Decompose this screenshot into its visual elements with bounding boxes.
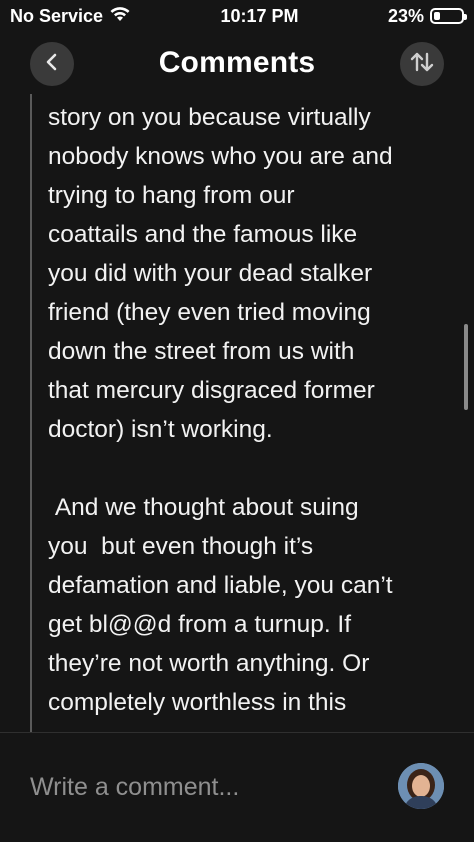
comment-line: doctor) isn’t working. bbox=[48, 416, 273, 443]
comment-line: story on you because virtually bbox=[48, 104, 371, 131]
comment-body: story on you because virtually nobody kno… bbox=[48, 98, 448, 722]
scrollbar[interactable] bbox=[464, 324, 468, 410]
comment-line: completely worthless in this bbox=[48, 689, 347, 716]
wifi-icon bbox=[109, 6, 131, 27]
status-bar: No Service 10:17 PM 23% bbox=[0, 0, 474, 32]
comments-screen: No Service 10:17 PM 23% Comments story o… bbox=[0, 0, 474, 842]
comment-line: coattails and the famous like bbox=[48, 221, 358, 248]
battery-percent: 23% bbox=[387, 5, 424, 26]
comment-line bbox=[48, 449, 448, 488]
comment-line: get bl@@d from a turnup. If bbox=[48, 611, 352, 638]
thread-line bbox=[30, 94, 32, 732]
comment-line: that mercury disgraced former bbox=[48, 377, 375, 404]
status-right: 23% bbox=[387, 5, 467, 27]
comment-line: you did with your dead stalker bbox=[48, 260, 373, 287]
avatar[interactable] bbox=[398, 763, 444, 809]
battery-fill bbox=[433, 12, 440, 20]
comment-line: friend (they even tried moving bbox=[48, 299, 371, 326]
comment-line: down the street from us with bbox=[48, 338, 355, 365]
battery-icon bbox=[429, 8, 467, 24]
carrier-label: No Service bbox=[10, 5, 104, 26]
header: Comments bbox=[0, 32, 474, 94]
sort-arrows-icon bbox=[409, 50, 435, 79]
comment-line: And we thought about suing bbox=[48, 494, 359, 521]
comment-line: nobody knows who you are and bbox=[48, 143, 393, 170]
chevron-left-icon bbox=[44, 52, 60, 77]
page-title: Comments bbox=[158, 46, 316, 79]
comment-line: trying to hang from our bbox=[48, 182, 295, 209]
comment-composer: Write a comment... bbox=[0, 732, 474, 842]
back-button[interactable] bbox=[30, 42, 74, 86]
comment-input[interactable]: Write a comment... bbox=[30, 773, 239, 802]
sort-button[interactable] bbox=[400, 42, 444, 86]
comment-line: defamation and liable, you can’t bbox=[48, 572, 393, 599]
comment-thread[interactable]: story on you because virtually nobody kno… bbox=[0, 94, 474, 732]
status-time: 10:17 PM bbox=[220, 5, 299, 26]
comment-line: you but even though it’s bbox=[48, 533, 314, 560]
comment-line: they’re not worth anything. Or bbox=[48, 650, 370, 677]
status-left: No Service bbox=[10, 6, 131, 27]
